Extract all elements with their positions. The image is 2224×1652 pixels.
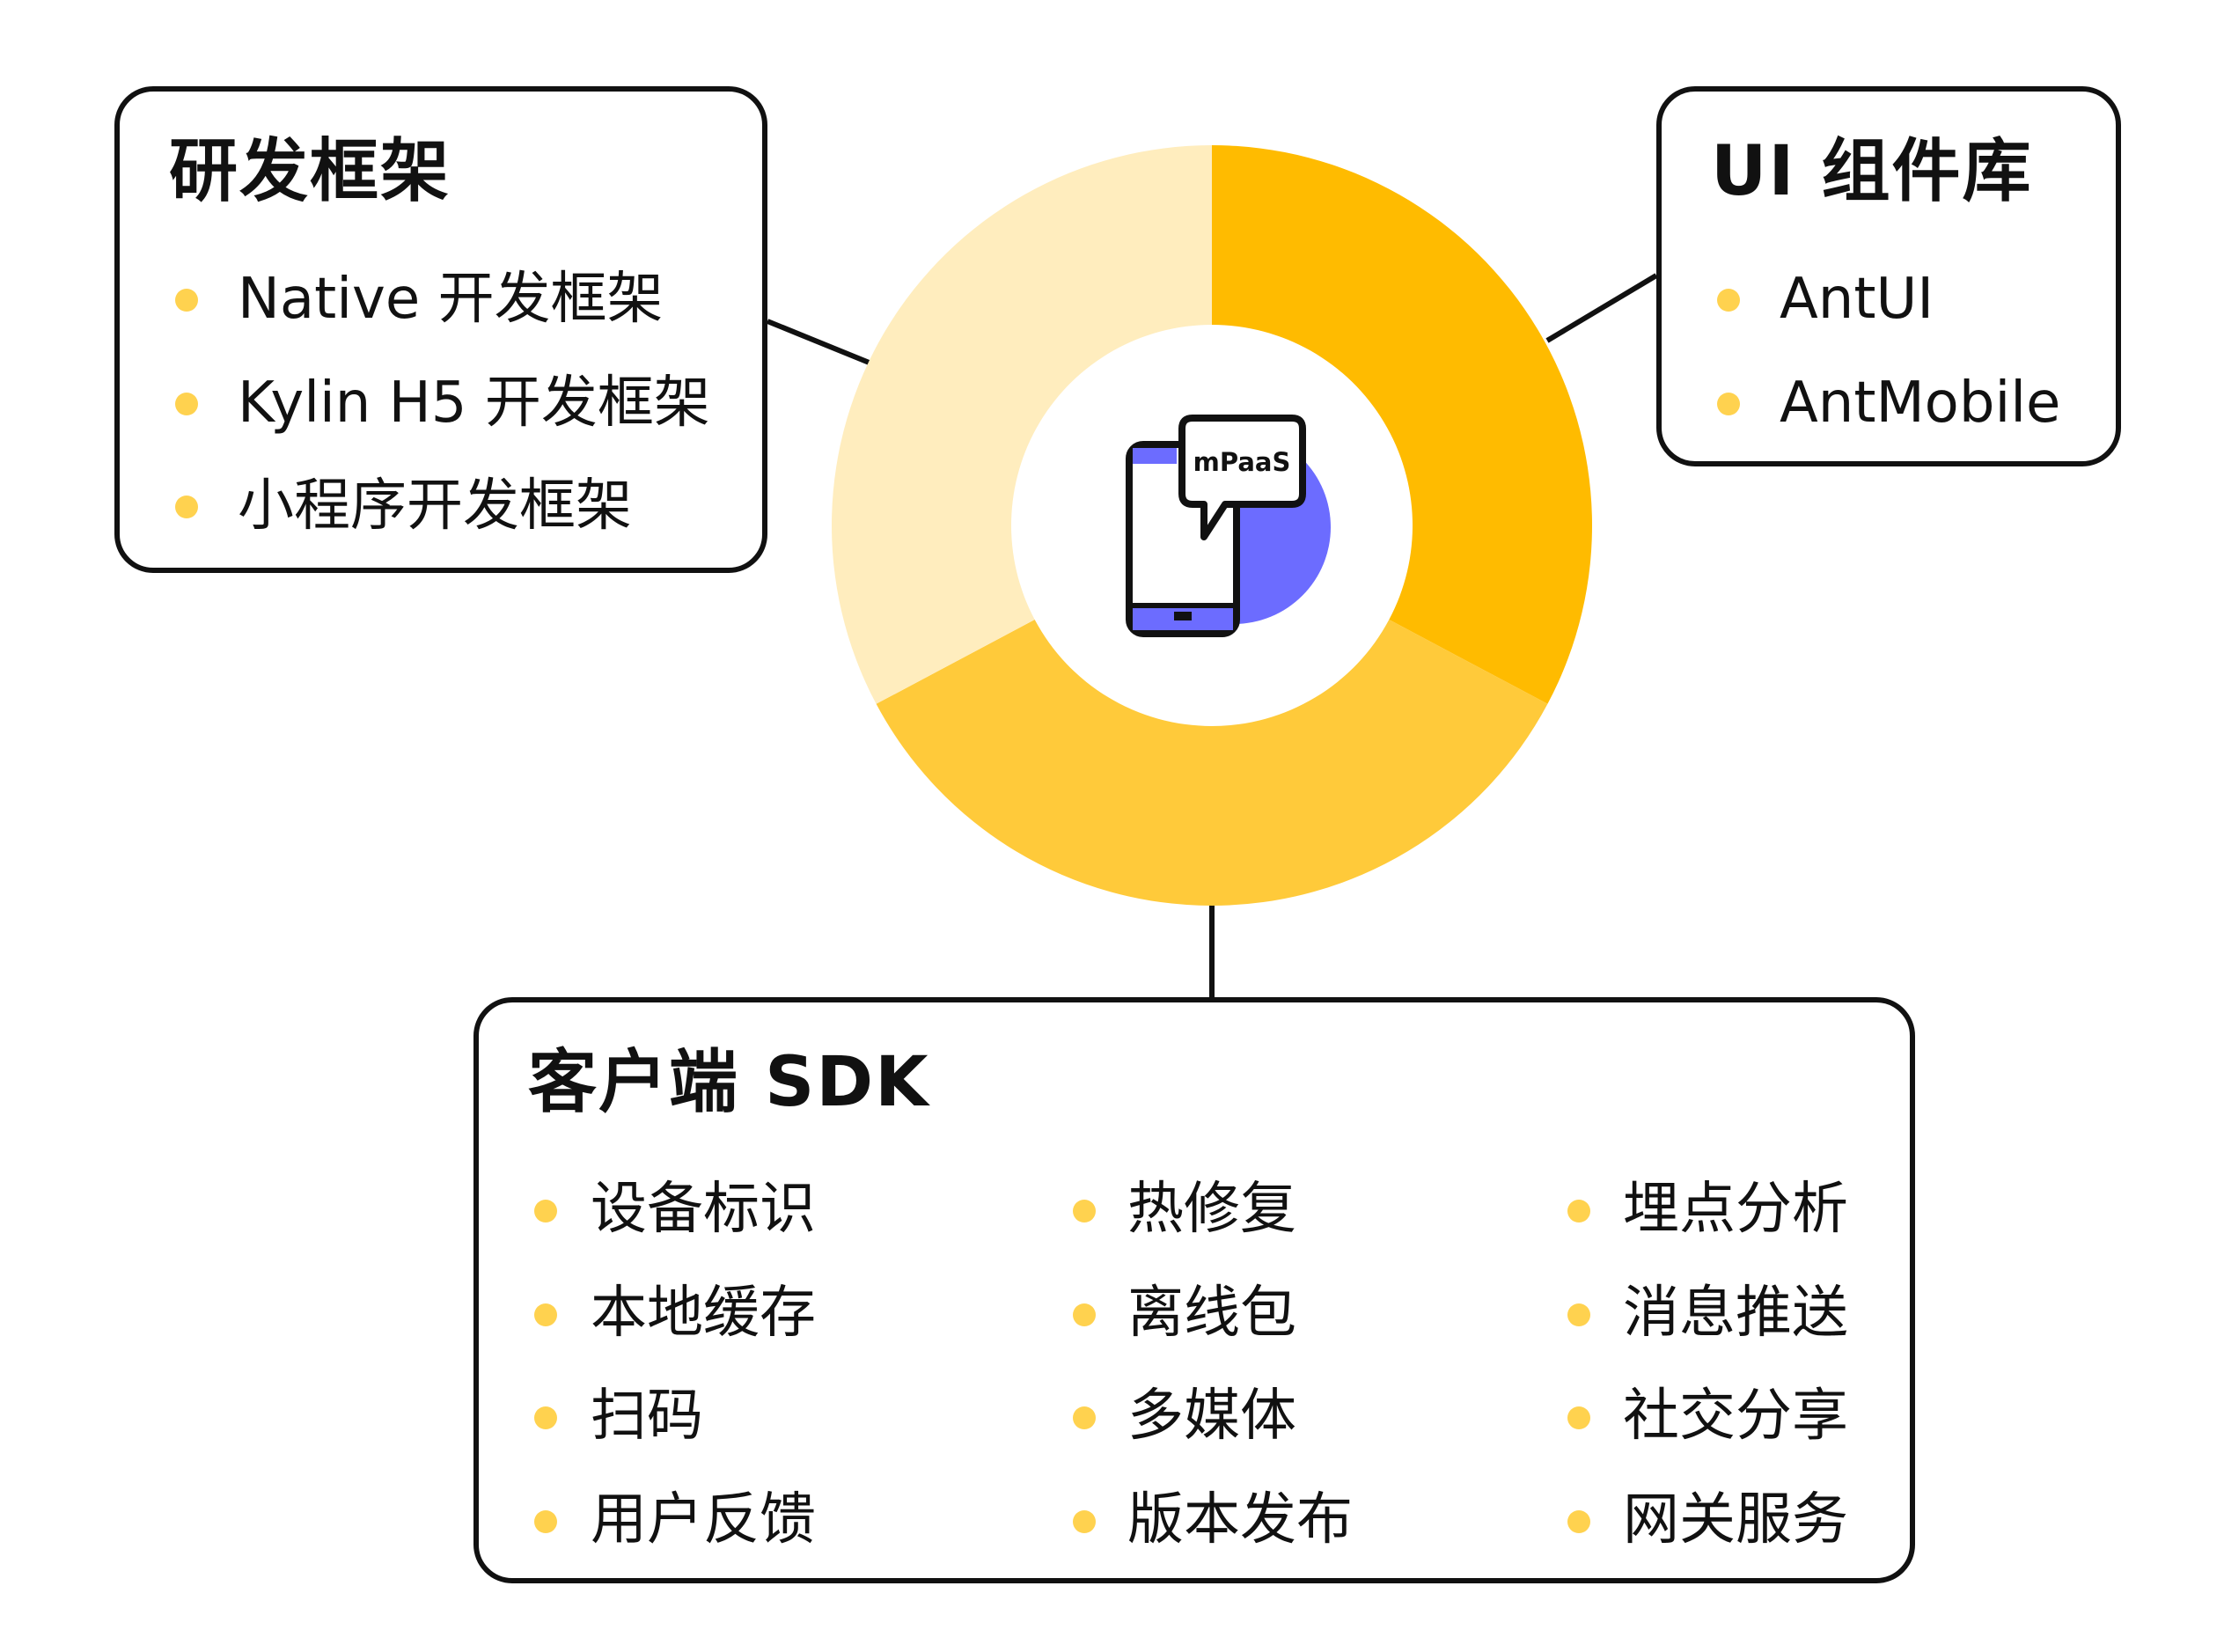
sdk-item: 用户反馈 [591,1487,816,1553]
bullet-icon [1567,1406,1590,1429]
bullet-icon [534,1510,557,1533]
sdk-item: 设备标识 [591,1177,816,1242]
phone-home-button [1174,612,1192,620]
sdk-item: 离线包 [1127,1281,1296,1346]
bullet-icon [1717,289,1740,312]
ring-segment-bottom [876,620,1548,906]
bullet-icon [1073,1406,1096,1429]
ui-library-title: UI 组件库 [1711,132,2033,211]
bullet-icon [1567,1510,1590,1533]
bullet-icon [1567,1200,1590,1222]
bullet-icon [175,496,198,518]
sdk-item: 消息推送 [1623,1281,1848,1346]
sdk-item: 埋点分析 [1623,1177,1848,1242]
bullet-icon [534,1200,557,1222]
dev-framework-box: 研发框架 Native 开发框架 Kylin H5 开发框架 小程序开发框架 [114,86,767,573]
sdk-item: 热修复 [1127,1177,1296,1242]
dev-framework-title: 研发框架 [169,132,451,211]
bullet-icon [534,1406,557,1429]
dev-framework-item-kylin: Kylin H5 开发框架 [238,371,710,436]
ui-library-item-antui: AntUI [1780,267,1934,332]
connector-dev-framework [766,319,873,366]
bullet-icon [1717,393,1740,415]
center-label: mPaaS [1193,447,1291,477]
ui-library-box: UI 组件库 AntUI AntMobile [1656,86,2121,466]
ui-library-item-antmobile: AntMobile [1780,371,2061,436]
sdk-item: 网关服务 [1623,1487,1848,1553]
sdk-item: 社交分享 [1623,1384,1848,1449]
bullet-icon [1073,1303,1096,1326]
bullet-icon [1073,1200,1096,1222]
dev-framework-item-miniprogram: 小程序开发框架 [238,474,632,539]
sdk-item: 本地缓存 [591,1281,816,1346]
client-sdk-box: 客户端 SDK 设备标识 本地缓存 扫码 用户反馈 热修复 离线包 多媒体 版本… [473,997,1915,1583]
bullet-icon [175,393,198,415]
bullet-icon [534,1303,557,1326]
sdk-item: 版本发布 [1127,1487,1353,1553]
bullet-icon [1073,1510,1096,1533]
phone-top-bar [1133,448,1177,464]
bullet-icon [1567,1303,1590,1326]
connector-ui-library [1545,273,1658,343]
phone-with-speech-bubble-icon: mPaaS [1126,415,1331,637]
dev-framework-item-native: Native 开发框架 [238,267,664,332]
client-sdk-title: 客户端 SDK [528,1043,930,1122]
sdk-item: 多媒体 [1127,1384,1296,1449]
sdk-item: 扫码 [591,1384,703,1449]
bullet-icon [175,289,198,312]
